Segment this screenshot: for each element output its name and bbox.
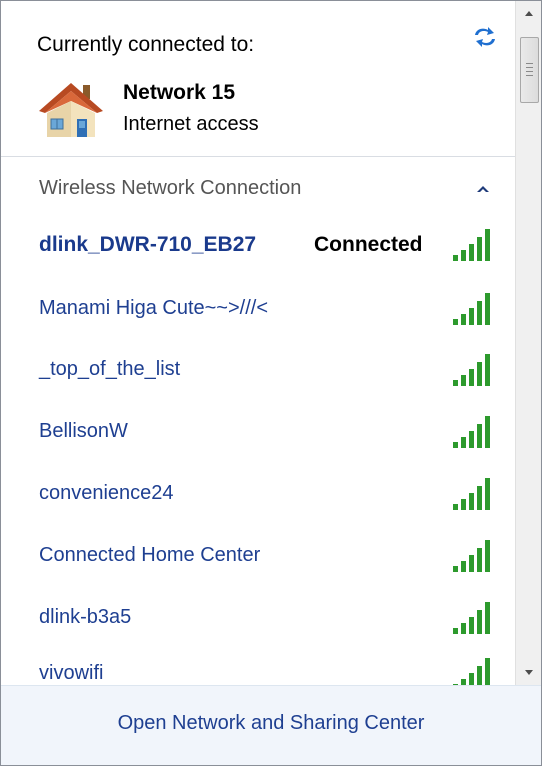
signal-bar	[469, 244, 474, 261]
network-item-dlink-b3a5[interactable]: dlink-b3a5	[1, 590, 515, 650]
home-network-icon	[37, 79, 105, 141]
network-name: Manami Higa Cute~~>///<	[39, 297, 269, 319]
scroll-up-button[interactable]	[516, 1, 541, 27]
network-name: Connected Home Center	[39, 544, 261, 566]
network-item-connected-home-center[interactable]: Connected Home Center	[1, 528, 515, 588]
signal-bar	[469, 493, 474, 510]
refresh-arrows-icon	[475, 27, 495, 47]
chevron-up-icon	[477, 186, 489, 192]
signal-bar	[469, 308, 474, 325]
scroll-down-arrow-icon	[525, 670, 533, 675]
signal-bar	[485, 293, 490, 325]
signal-bar	[453, 380, 458, 386]
signal-strength-icon	[449, 227, 497, 263]
flyout-content: Currently connected to: Network 15 Inter…	[1, 1, 515, 685]
network-item-top-of-the-list[interactable]: _top_of_the_list	[1, 342, 515, 402]
scroll-thumb[interactable]	[520, 37, 539, 103]
signal-strength-icon	[449, 414, 497, 450]
currently-connected-label: Currently connected to:	[37, 33, 255, 56]
signal-bar	[461, 250, 466, 261]
signal-bar	[477, 610, 482, 634]
signal-bar	[469, 617, 474, 634]
refresh-button[interactable]	[471, 23, 499, 51]
signal-bar	[453, 566, 458, 572]
signal-bar	[485, 229, 490, 261]
signal-bar	[469, 555, 474, 572]
signal-bar	[477, 486, 482, 510]
signal-bar	[469, 369, 474, 386]
network-item-dlink-dwr-710-eb27[interactable]: dlink_DWR-710_EB27 Connected	[1, 217, 515, 277]
signal-bar	[453, 628, 458, 634]
signal-bar	[477, 362, 482, 386]
scroll-up-arrow-icon	[525, 11, 533, 16]
network-item-vivowifi[interactable]: vivowifi	[1, 646, 515, 685]
signal-bar	[485, 478, 490, 510]
section-title: Wireless Network Connection	[39, 177, 302, 199]
signal-bar	[469, 673, 474, 685]
signal-strength-icon	[449, 656, 497, 685]
signal-strength-icon	[449, 352, 497, 388]
signal-bar	[477, 548, 482, 572]
network-item-manami-higa-cute[interactable]: Manami Higa Cute~~>///<	[1, 281, 515, 341]
current-network-name: Network 15	[123, 81, 236, 104]
signal-bar	[477, 666, 482, 685]
grip-line	[526, 63, 533, 64]
network-name: convenience24	[39, 482, 174, 504]
signal-bar	[461, 561, 466, 572]
network-name: vivowifi	[39, 662, 104, 684]
network-name: dlink_DWR-710_EB27	[39, 233, 257, 256]
signal-bar	[469, 431, 474, 448]
signal-bar	[485, 658, 490, 685]
network-name: _top_of_the_list	[39, 358, 181, 380]
connection-status: Connected	[314, 233, 423, 256]
grip-line	[526, 71, 533, 72]
grip-line	[526, 67, 533, 68]
scroll-down-button[interactable]	[516, 659, 541, 685]
signal-bar	[453, 442, 458, 448]
signal-bar	[453, 504, 458, 510]
signal-bar	[485, 354, 490, 386]
signal-bar	[485, 416, 490, 448]
signal-bar	[477, 424, 482, 448]
signal-bar	[477, 301, 482, 325]
network-item-convenience24[interactable]: convenience24	[1, 466, 515, 526]
signal-bar	[461, 499, 466, 510]
signal-bar	[477, 237, 482, 261]
collapse-section-button[interactable]	[471, 179, 495, 199]
signal-bar	[461, 623, 466, 634]
network-name: BellisonW	[39, 420, 128, 442]
signal-strength-icon	[449, 476, 497, 512]
grip-line	[526, 75, 533, 76]
signal-strength-icon	[449, 600, 497, 636]
network-flyout: Currently connected to: Network 15 Inter…	[0, 0, 542, 766]
signal-strength-icon	[449, 291, 497, 327]
signal-bar	[453, 319, 458, 325]
vertical-scrollbar[interactable]	[515, 1, 541, 685]
open-network-sharing-center-link[interactable]: Open Network and Sharing Center	[1, 712, 541, 735]
signal-bar	[461, 375, 466, 386]
signal-bar	[485, 602, 490, 634]
signal-bar	[453, 255, 458, 261]
signal-bar	[461, 437, 466, 448]
network-name: dlink-b3a5	[39, 606, 132, 628]
current-network-status: Internet access	[123, 113, 259, 135]
footer: Open Network and Sharing Center	[1, 685, 541, 765]
signal-bar	[485, 540, 490, 572]
divider	[1, 156, 515, 157]
signal-strength-icon	[449, 538, 497, 574]
signal-bar	[461, 314, 466, 325]
network-item-bellisonw[interactable]: BellisonW	[1, 404, 515, 464]
